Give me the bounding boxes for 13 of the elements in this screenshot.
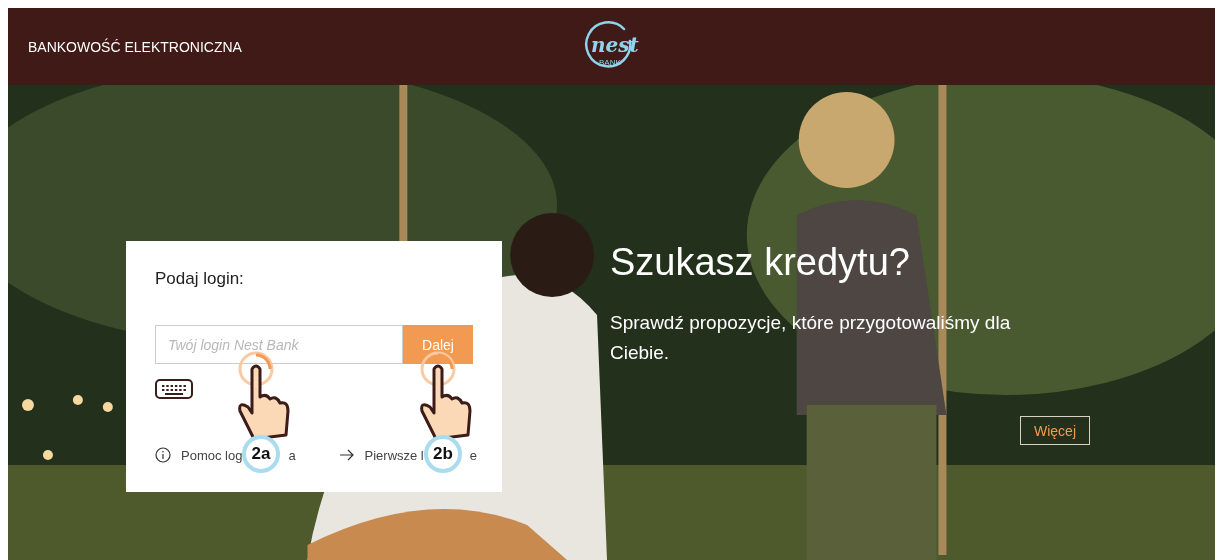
info-icon: [155, 447, 171, 463]
more-button[interactable]: Więcej: [1020, 416, 1090, 445]
login-heading: Podaj login:: [155, 269, 245, 289]
link-text: Pomoc log: [181, 447, 243, 463]
keyboard-icon[interactable]: [155, 379, 193, 399]
promo-headline: Szukasz kredytu?: [610, 241, 911, 284]
link-text: Pierwsze l: [364, 447, 424, 463]
link-text: e: [469, 447, 477, 463]
login-field[interactable]: Twój login Nest Bank: [155, 325, 403, 364]
arrow-right-icon: [338, 447, 355, 463]
link-text: a: [288, 447, 296, 463]
promo-text: Sprawdź propozycje, które przygotowaliśmy dla Ciebie.: [610, 311, 1012, 365]
site-title: BANKOWOŚĆ ELEKTRONICZNA: [28, 38, 242, 55]
